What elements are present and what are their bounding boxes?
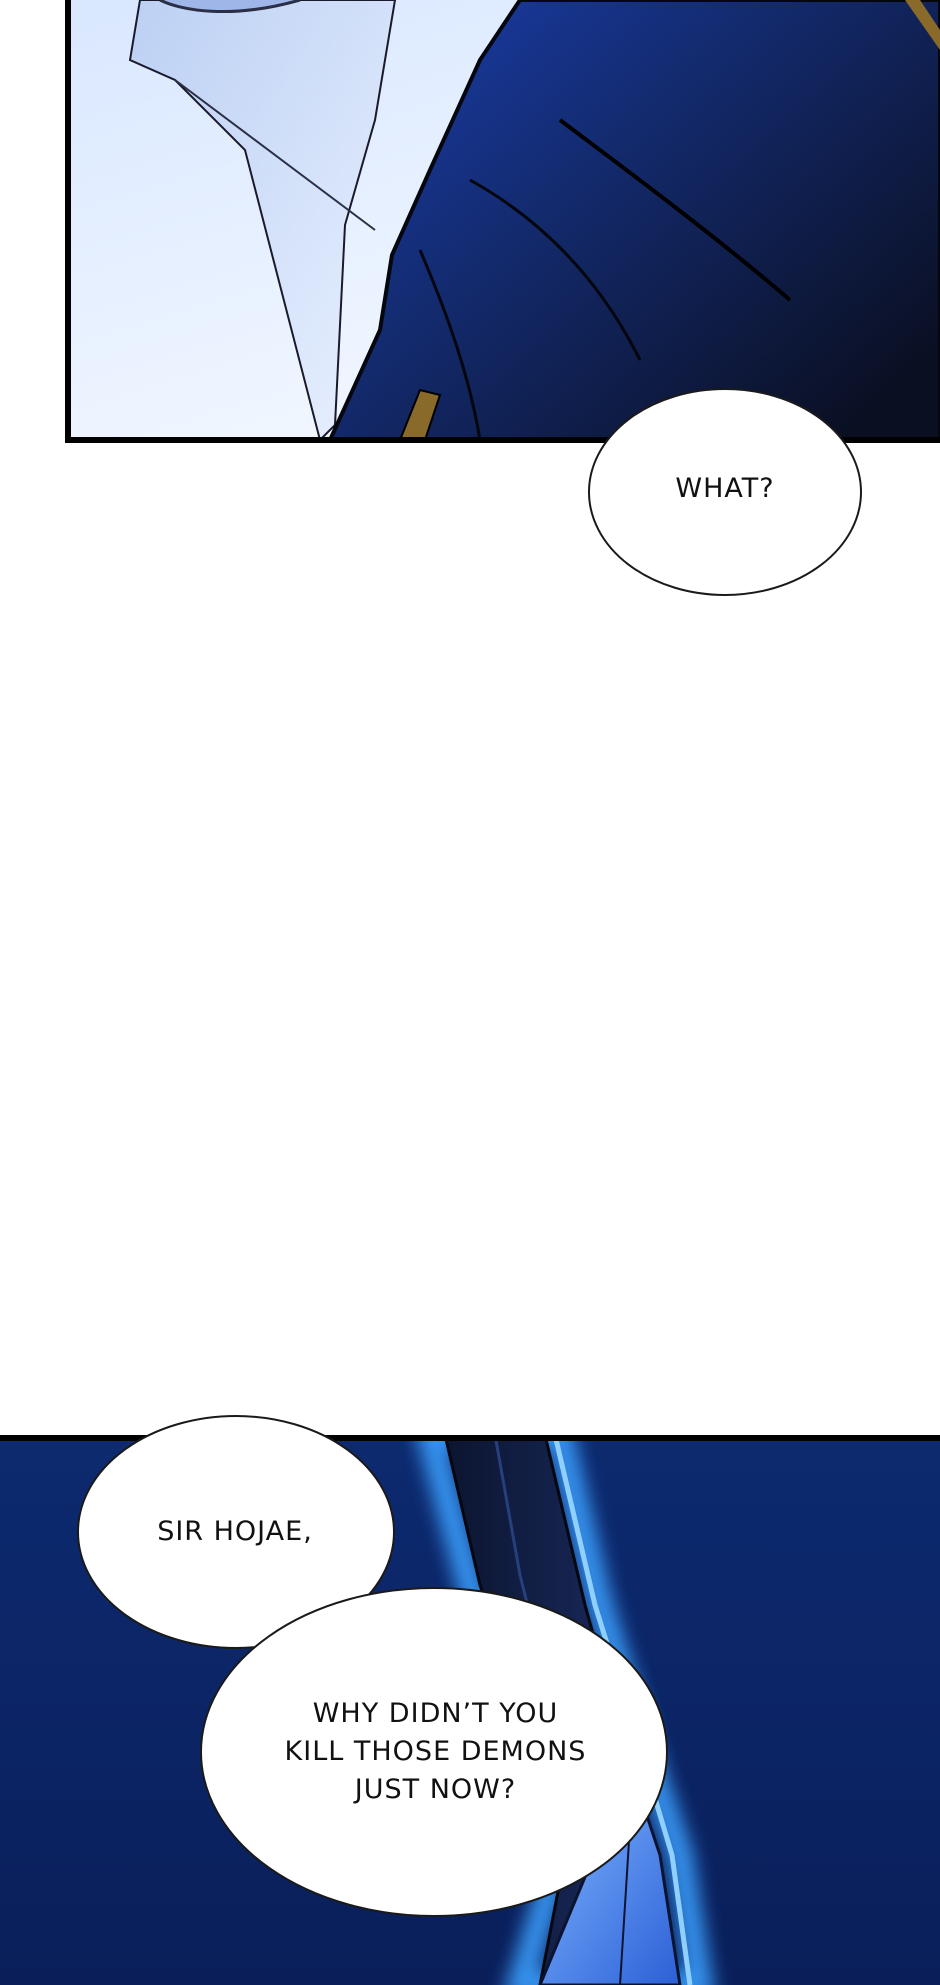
bubble-text-why: WHY DIDN’T YOU KILL THOSE DEMONS JUST NO… [198, 1695, 673, 1809]
bubble-text-what: WHAT? [675, 473, 775, 504]
bubble-text-sir-hojae: SIR HOJAE, [157, 1516, 313, 1547]
bubble-text-why-line-3: JUST NOW? [354, 1774, 517, 1805]
bubble-text-why-line-1: WHY DIDN’T YOU [312, 1698, 559, 1729]
bubble-text-why-line-2: KILL THOSE DEMONS [284, 1736, 587, 1767]
top-panel [65, 0, 940, 443]
